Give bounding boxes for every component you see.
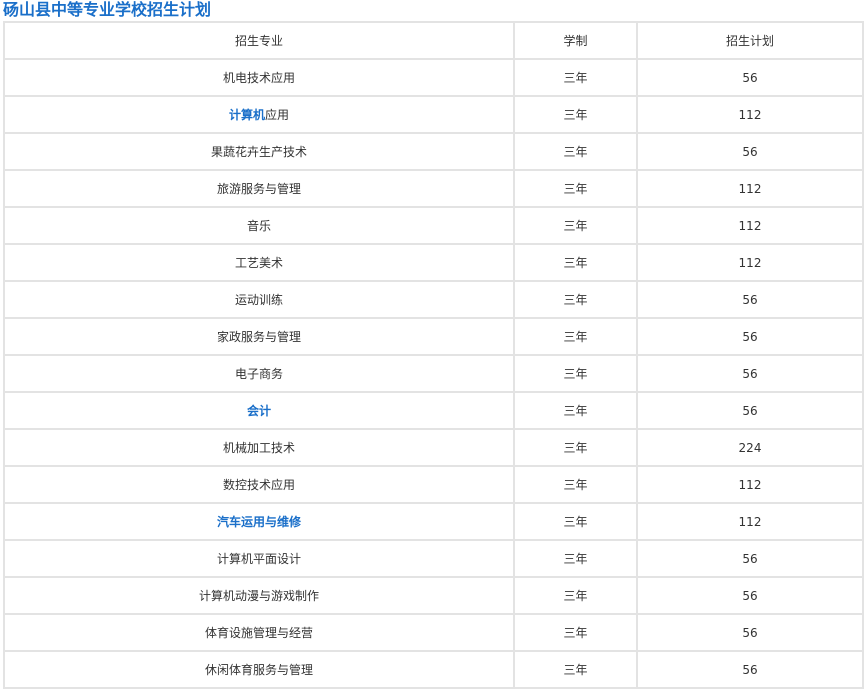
table-row: 工艺美术 三年 112	[3, 243, 864, 282]
major-suffix: 应用	[265, 108, 290, 122]
cell-major: 计算机平面设计	[3, 539, 515, 578]
cell-major: 汽车运用与维修	[3, 502, 515, 541]
cell-major: 计算机动漫与游戏制作	[3, 576, 515, 615]
table-row: 休闲体育服务与管理 三年 56	[3, 650, 864, 689]
major-link[interactable]: 会计	[247, 404, 271, 418]
table-row: 机电技术应用 三年 56	[3, 58, 864, 97]
table-row: 会计 三年 56	[3, 391, 864, 430]
cell-plan: 112	[636, 206, 864, 245]
cell-plan: 56	[636, 391, 864, 430]
cell-plan: 56	[636, 317, 864, 356]
cell-plan: 56	[636, 650, 864, 689]
cell-years: 三年	[513, 391, 638, 430]
cell-major: 会计	[3, 391, 515, 430]
table-row: 数控技术应用 三年 112	[3, 465, 864, 504]
cell-years: 三年	[513, 243, 638, 282]
enrollment-plan-table: 招生专业 学制 招生计划 机电技术应用 三年 56 计算机应用 三年 112 果…	[3, 21, 864, 689]
major-link[interactable]: 计算机	[229, 108, 265, 122]
cell-plan: 224	[636, 428, 864, 467]
cell-years: 三年	[513, 428, 638, 467]
cell-major: 旅游服务与管理	[3, 169, 515, 208]
cell-years: 三年	[513, 58, 638, 97]
cell-major: 音乐	[3, 206, 515, 245]
table-row: 音乐 三年 112	[3, 206, 864, 245]
cell-plan: 56	[636, 354, 864, 393]
cell-years: 三年	[513, 206, 638, 245]
cell-major: 体育设施管理与经营	[3, 613, 515, 652]
cell-years: 三年	[513, 576, 638, 615]
cell-major: 机电技术应用	[3, 58, 515, 97]
table-row: 汽车运用与维修 三年 112	[3, 502, 864, 541]
cell-years: 三年	[513, 354, 638, 393]
cell-major: 家政服务与管理	[3, 317, 515, 356]
header-years: 学制	[513, 21, 638, 60]
table-row: 果蔬花卉生产技术 三年 56	[3, 132, 864, 171]
cell-major: 工艺美术	[3, 243, 515, 282]
cell-plan: 56	[636, 576, 864, 615]
cell-plan: 112	[636, 465, 864, 504]
cell-years: 三年	[513, 465, 638, 504]
cell-plan: 56	[636, 58, 864, 97]
table-row: 体育设施管理与经营 三年 56	[3, 613, 864, 652]
cell-plan: 112	[636, 169, 864, 208]
cell-years: 三年	[513, 650, 638, 689]
table-header-row: 招生专业 学制 招生计划	[3, 21, 864, 60]
cell-major: 数控技术应用	[3, 465, 515, 504]
cell-major: 机械加工技术	[3, 428, 515, 467]
cell-major: 运动训练	[3, 280, 515, 319]
cell-plan: 112	[636, 243, 864, 282]
cell-years: 三年	[513, 95, 638, 134]
cell-years: 三年	[513, 613, 638, 652]
table-row: 计算机动漫与游戏制作 三年 56	[3, 576, 864, 615]
cell-plan: 56	[636, 613, 864, 652]
cell-plan: 112	[636, 95, 864, 134]
cell-plan: 56	[636, 280, 864, 319]
cell-years: 三年	[513, 317, 638, 356]
header-plan: 招生计划	[636, 21, 864, 60]
cell-major: 电子商务	[3, 354, 515, 393]
cell-major: 计算机应用	[3, 95, 515, 134]
cell-plan: 56	[636, 539, 864, 578]
cell-years: 三年	[513, 280, 638, 319]
table-row: 运动训练 三年 56	[3, 280, 864, 319]
header-major: 招生专业	[3, 21, 515, 60]
cell-years: 三年	[513, 539, 638, 578]
table-row: 家政服务与管理 三年 56	[3, 317, 864, 356]
table-row: 机械加工技术 三年 224	[3, 428, 864, 467]
cell-major: 休闲体育服务与管理	[3, 650, 515, 689]
cell-plan: 112	[636, 502, 864, 541]
major-link[interactable]: 汽车运用与维修	[217, 515, 301, 529]
page-title: 砀山县中等专业学校招生计划	[3, 0, 212, 19]
cell-years: 三年	[513, 132, 638, 171]
cell-plan: 56	[636, 132, 864, 171]
cell-years: 三年	[513, 169, 638, 208]
table-row: 计算机平面设计 三年 56	[3, 539, 864, 578]
cell-major: 果蔬花卉生产技术	[3, 132, 515, 171]
cell-years: 三年	[513, 502, 638, 541]
table-row: 电子商务 三年 56	[3, 354, 864, 393]
table-row: 计算机应用 三年 112	[3, 95, 864, 134]
table-row: 旅游服务与管理 三年 112	[3, 169, 864, 208]
